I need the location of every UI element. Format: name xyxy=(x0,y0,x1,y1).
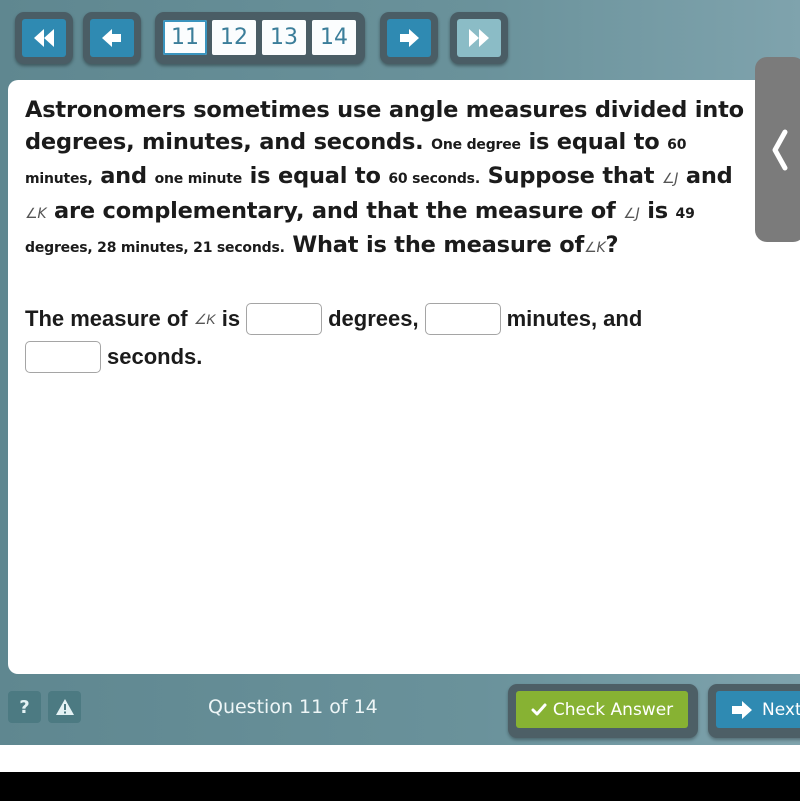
double-chevron-left-icon xyxy=(34,29,54,47)
prev-question-frame xyxy=(83,12,141,64)
is-equal-text: is equal to xyxy=(528,128,660,155)
answer-row-2: seconds. xyxy=(25,338,745,376)
minutes-label: minutes, and xyxy=(506,306,643,331)
one-degree-text: One degree xyxy=(431,136,521,153)
check-answer-frame: Check Answer xyxy=(508,684,698,738)
angle-j-symbol: ∠J xyxy=(623,205,640,222)
angle-j-symbol: ∠J xyxy=(661,171,679,187)
and-text: and xyxy=(100,163,147,189)
app-window: 11 12 13 14 Astronomers sometimes use an… xyxy=(0,0,800,745)
help-button[interactable]: ? xyxy=(8,691,41,723)
check-answer-label: Check Answer xyxy=(552,699,674,720)
page-13[interactable]: 13 xyxy=(262,20,306,55)
answer-row-1: The measure of ∠K is degrees, minutes, a… xyxy=(25,300,745,338)
page-11[interactable]: 11 xyxy=(163,20,207,55)
chevron-left-icon xyxy=(772,129,788,170)
arrow-right-icon xyxy=(400,29,419,47)
double-chevron-right-icon xyxy=(469,29,489,47)
complementary-text: are complementary, and that the measure … xyxy=(53,197,616,224)
what-is-text: What is the measure of xyxy=(292,232,585,258)
side-panel-toggle[interactable] xyxy=(755,57,800,242)
next-question-frame xyxy=(380,12,438,64)
page-14[interactable]: 14 xyxy=(312,20,356,55)
last-question-button[interactable] xyxy=(457,19,501,57)
one-minute-text: one minute xyxy=(154,171,243,187)
answer-prefix: The measure of xyxy=(25,306,188,331)
is-text: is xyxy=(221,306,241,331)
next-label: Next xyxy=(762,699,800,720)
question-text: Astronomers sometimes use angle measures… xyxy=(25,95,745,265)
is-text: is xyxy=(647,197,668,224)
next-question-nav-button[interactable] xyxy=(387,19,431,57)
next-frame: Next xyxy=(708,684,800,738)
question-counter: Question 11 of 14 xyxy=(208,696,378,718)
report-problem-button[interactable] xyxy=(48,691,81,723)
bottom-black-strip xyxy=(0,772,800,801)
question-mark-icon: ? xyxy=(19,696,30,718)
last-question-frame xyxy=(450,12,508,64)
warning-icon xyxy=(55,699,74,715)
checkmark-icon xyxy=(531,703,547,715)
and-text: and xyxy=(685,163,733,189)
arrow-left-icon xyxy=(102,29,121,47)
seconds-label: seconds. xyxy=(107,344,203,369)
answer-area: The measure of ∠K is degrees, minutes, a… xyxy=(25,300,745,376)
next-button[interactable]: Next xyxy=(716,691,800,728)
first-question-frame xyxy=(15,12,73,64)
arrow-right-icon xyxy=(732,700,752,719)
bottom-white-strip xyxy=(0,745,800,772)
page-12[interactable]: 12 xyxy=(212,20,256,55)
seconds-input[interactable] xyxy=(25,341,101,373)
minutes-input[interactable] xyxy=(424,303,501,335)
angle-k-symbol: ∠K xyxy=(193,310,216,327)
suppose-text: Suppose that xyxy=(487,163,655,189)
check-answer-button[interactable]: Check Answer xyxy=(516,691,688,728)
sixty-seconds-text: 60 seconds. xyxy=(388,171,480,187)
angle-k-symbol: ∠K xyxy=(584,240,606,256)
prev-question-button[interactable] xyxy=(90,19,134,57)
question-mark-text: ? xyxy=(605,232,619,258)
degrees-label: degrees, xyxy=(328,306,419,331)
degrees-input[interactable] xyxy=(246,303,323,335)
page-selector: 11 12 13 14 xyxy=(155,12,365,64)
first-question-button[interactable] xyxy=(22,19,66,57)
angle-k-symbol: ∠K xyxy=(25,205,47,222)
is-equal-text: is equal to xyxy=(249,163,381,189)
